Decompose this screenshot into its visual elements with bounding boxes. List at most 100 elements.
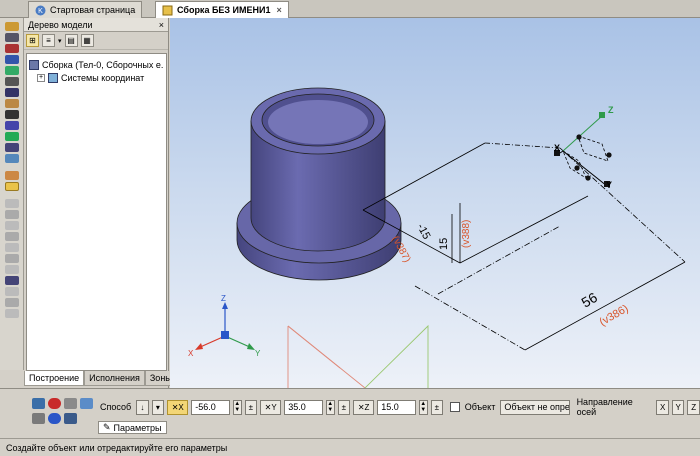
tool-button[interactable] (4, 88, 19, 97)
object-field[interactable]: Объект не опреде (500, 399, 570, 415)
tool-button[interactable] (4, 210, 19, 219)
y-axis-icon: ✕ (264, 402, 272, 412)
z-label: Z (364, 402, 370, 412)
local-axis-x-label: X (554, 143, 560, 153)
stop-icon[interactable] (48, 398, 61, 409)
axis-z-button[interactable]: Z (687, 399, 700, 415)
close-icon[interactable]: × (159, 20, 164, 30)
back-icon[interactable] (32, 398, 45, 409)
tool-button[interactable] (4, 154, 19, 163)
local-axis-y-label: Y (606, 180, 612, 190)
axis-x-button[interactable]: X (656, 399, 669, 415)
orientation-triad: Z X Y (188, 294, 261, 358)
z-sign-button[interactable]: ± (430, 399, 444, 415)
tool-button[interactable] (4, 110, 19, 119)
y-coordinate-input[interactable]: 35.0 (284, 399, 323, 415)
chevron-down-icon[interactable]: ▾ (58, 37, 62, 45)
tool-button[interactable] (4, 121, 19, 130)
dimension-value-height[interactable]: 15 (438, 238, 450, 250)
document-tab-bar: K Стартовая страница Сборка БЕЗ ИМЕНИ1 × (0, 0, 700, 18)
status-bar: Создайте объект или отредактируйте его п… (0, 438, 700, 456)
expand-icon[interactable]: + (37, 73, 45, 82)
coordinate-system-icon (48, 72, 58, 83)
scene-drawing: 15 (v388) -15 (v387) 56 (v386) X Y Z Z X… (188, 87, 686, 388)
tool-button[interactable] (4, 309, 19, 318)
tab-start-page[interactable]: K Стартовая страница (28, 1, 143, 18)
tool-button-active[interactable] (4, 182, 19, 191)
y-label: Y (271, 402, 277, 412)
dimension-value-offset[interactable]: -15 (414, 222, 432, 242)
part-cylinder[interactable] (250, 87, 386, 252)
tool-button[interactable] (4, 221, 19, 230)
axis-y-button[interactable]: Y (671, 399, 685, 415)
list-view-icon[interactable]: ≡ (42, 34, 55, 47)
tool-button[interactable] (4, 287, 19, 296)
dimension-value-length[interactable]: 56 (579, 289, 601, 311)
tab-assembly[interactable]: Сборка БЕЗ ИМЕНИ1 × (155, 1, 289, 18)
close-icon[interactable]: × (277, 5, 282, 15)
snap-icon[interactable] (32, 413, 45, 424)
tool-button[interactable] (4, 66, 19, 75)
tool-button[interactable] (4, 243, 19, 252)
parameters-row: Способ ↓ ▾ ✕ X -56.0 ▲ ▼ ± ✕ Y 35.0 ▲ ▼ ± ✕ Z… (98, 397, 700, 417)
object-checkbox[interactable] (450, 402, 460, 412)
tool-button[interactable] (4, 171, 19, 180)
x-coordinate-input[interactable]: -56.0 (191, 399, 230, 415)
tool-button[interactable] (4, 276, 19, 285)
local-axis-z-label: Z (608, 105, 614, 115)
vertical-toolbar (0, 18, 24, 370)
tool-button[interactable] (4, 55, 19, 64)
z-lock-button[interactable]: ✕ Z (353, 399, 375, 415)
tree-item-coordinate-systems[interactable]: + Системы координат (29, 71, 164, 84)
properties-toolbar: Способ ↓ ▾ ✕ X -56.0 ▲ ▼ ± ✕ Y 35.0 ▲ ▼ ± ✕ Z… (0, 388, 700, 438)
axis-direction-label: Направление осей (576, 397, 633, 417)
grid-icon[interactable] (64, 398, 77, 409)
status-text: Создайте объект или отредактируйте его п… (6, 442, 228, 453)
method-label: Способ (100, 402, 132, 412)
tool-button[interactable] (4, 298, 19, 307)
pin-icon[interactable] (80, 398, 93, 409)
tool-button[interactable] (4, 143, 19, 152)
chevron-down-icon[interactable]: ▾ (151, 399, 165, 415)
tool-button[interactable] (4, 265, 19, 274)
tool-button[interactable] (4, 199, 19, 208)
triad-z-label: Z (221, 294, 226, 303)
y-spinner[interactable]: ▲ ▼ (325, 399, 335, 415)
tab-parameters[interactable]: ✎ Параметры (98, 421, 167, 434)
tool-button[interactable] (4, 254, 19, 263)
x-spinner[interactable]: ▲ ▼ (232, 399, 242, 415)
y-sign-button[interactable]: ± (337, 399, 351, 415)
tab-versions[interactable]: Исполнения (84, 371, 145, 386)
tool-button[interactable] (4, 99, 19, 108)
triad-x-label: X (188, 349, 194, 358)
settings-icon[interactable] (48, 413, 61, 424)
3d-viewport[interactable]: 15 (v388) -15 (v387) 56 (v386) X Y Z Z X… (170, 18, 700, 388)
tool-button[interactable] (4, 33, 19, 42)
parameters-icon: ✎ (103, 422, 111, 432)
tool-button[interactable] (4, 77, 19, 86)
x-sign-button[interactable]: ± (244, 399, 258, 415)
dimension-variable-height: (v388) (461, 220, 472, 248)
tree-item-assembly[interactable]: Сборка (Тел-0, Сборочных е. (29, 58, 164, 71)
tool-button[interactable] (4, 232, 19, 241)
tab-construction[interactable]: Построение (24, 371, 85, 386)
z-spinner[interactable]: ▲ ▼ (418, 399, 428, 415)
y-lock-button[interactable]: ✕ Y (260, 399, 282, 415)
tab-label: Параметры (113, 422, 162, 433)
local-coordinate-system[interactable]: X Y Z (554, 105, 614, 190)
dimension-lines (362, 142, 686, 351)
x-lock-button[interactable]: ✕ X (167, 399, 189, 415)
properties-icon[interactable]: ▦ (80, 34, 94, 47)
x-label: X (178, 402, 184, 412)
tree-structure-icon[interactable]: ⊞ (26, 34, 39, 47)
z-coordinate-input[interactable]: 15.0 (377, 399, 416, 415)
tool-button[interactable] (4, 132, 19, 141)
model-tree-panel: Дерево модели × ⊞ ≡ ▾ ▤ ▦ Сборка (Тел-0,… (24, 18, 177, 388)
help-icon[interactable] (64, 413, 77, 424)
tool-button[interactable] (4, 22, 19, 31)
origin-planes (287, 324, 429, 388)
tool-button[interactable] (4, 44, 19, 53)
x-axis-icon: ✕ (171, 402, 179, 412)
method-select[interactable]: ↓ (136, 399, 149, 415)
document-icon[interactable]: ▤ (64, 34, 78, 47)
